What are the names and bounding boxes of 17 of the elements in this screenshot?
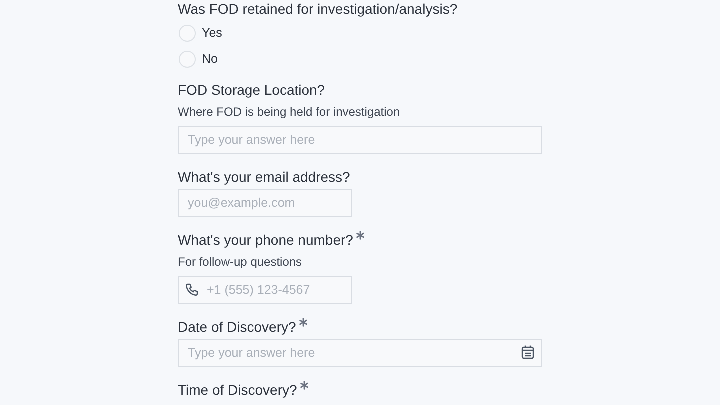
phone-field[interactable]: +1 (555) 123-4567 [178, 276, 352, 304]
option-label[interactable]: No [202, 52, 218, 66]
helper-text: For follow-up questions [178, 254, 304, 271]
calendar-icon [521, 345, 535, 360]
question-label: What's your email address? [178, 168, 350, 186]
question-label: What's your phone number? [178, 231, 354, 249]
radio-button[interactable] [179, 24, 196, 42]
answer-field[interactable]: Type your answer here [178, 126, 542, 154]
question-label: FOD Storage Location? [178, 81, 326, 99]
helper-text: Where FOD is being held for investigation [178, 104, 402, 121]
date-field[interactable]: Type your answer here [178, 339, 542, 367]
option-label[interactable]: Yes [202, 26, 222, 40]
question-label: Was FOD retained for investigation/analysis? [178, 0, 458, 18]
radio-button[interactable] [179, 50, 196, 68]
email-field[interactable]: you@example.com [178, 189, 352, 217]
question-label: Time of Discovery? [178, 381, 298, 399]
question-label: Date of Discovery? [178, 318, 296, 336]
